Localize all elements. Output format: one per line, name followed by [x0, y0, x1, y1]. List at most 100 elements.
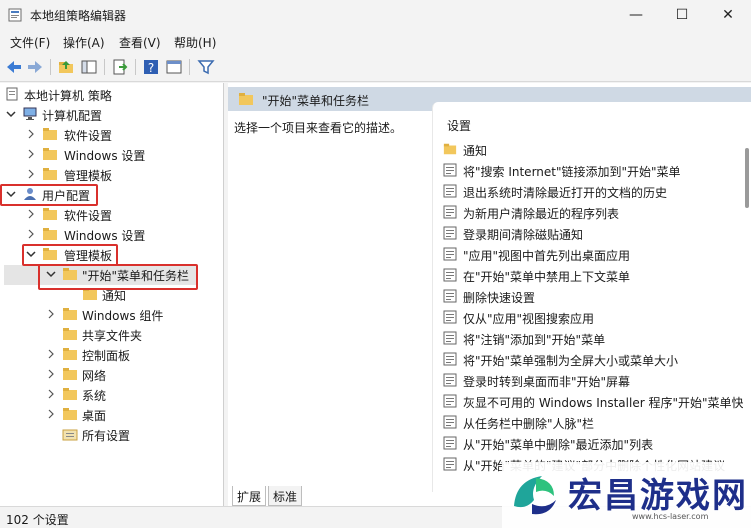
policy-setting-icon	[443, 331, 457, 345]
show-hide-tree-icon[interactable]	[80, 58, 98, 76]
menu-help[interactable]: 帮助(H)	[174, 34, 216, 51]
highlight-start-menu	[38, 264, 198, 290]
status-text: 102 个设置	[6, 513, 69, 527]
list-item-setting[interactable]: 将"开始"菜单强制为全屏大小或菜单大小	[443, 349, 743, 370]
list-item-setting[interactable]: 为新用户清除最近的程序列表	[443, 202, 743, 223]
vertical-scrollbar[interactable]	[743, 142, 751, 442]
chevron-right-icon[interactable]	[26, 148, 36, 160]
chevron-right-icon[interactable]	[46, 308, 56, 320]
export-list-icon[interactable]	[111, 58, 129, 76]
settings-list: 设置 通知 将"搜索 Internet"链接添加到"开始"菜单退出系统时清除最近…	[432, 102, 751, 492]
tree-pane: 本地计算机 策略 计算机配置 软件设置 Windows 设置 管理模板 用户配置…	[0, 83, 224, 506]
list-item-setting[interactable]: 灰显不可用的 Windows Installer 程序"开始"菜单快	[443, 391, 743, 412]
toolbar-separator	[50, 59, 51, 75]
watermark: 宏昌游戏网 www.hcs-laser.com	[502, 462, 751, 528]
scrollbar-thumb[interactable]	[745, 148, 749, 208]
chevron-right-icon[interactable]	[46, 348, 56, 360]
forward-arrow-icon[interactable]	[26, 58, 44, 76]
title-bar: 本地组策略编辑器 — ☐ ✕	[0, 0, 751, 30]
policy-setting-icon	[443, 289, 457, 303]
folder-icon	[43, 168, 57, 180]
policy-setting-icon	[443, 184, 457, 198]
list-item-setting[interactable]: 将"注销"添加到"开始"菜单	[443, 328, 743, 349]
maximize-button[interactable]: ☐	[659, 0, 705, 30]
policy-setting-icon	[443, 436, 457, 450]
folder-icon	[63, 328, 77, 340]
folder-icon	[43, 208, 57, 220]
list-item-setting[interactable]: 登录时转到桌面而非"开始"屏幕	[443, 370, 743, 391]
watermark-url: www.hcs-laser.com	[632, 512, 709, 521]
filter-icon[interactable]	[197, 58, 215, 76]
back-arrow-icon[interactable]	[5, 58, 23, 76]
list-item-setting[interactable]: 在"开始"菜单中禁用上下文菜单	[443, 265, 743, 286]
list-item-folder[interactable]: 通知	[443, 139, 743, 160]
policy-setting-icon	[443, 205, 457, 219]
policy-setting-icon	[443, 415, 457, 429]
settings-column-header[interactable]: 设置	[447, 117, 471, 134]
menu-action[interactable]: 操作(A)	[63, 34, 105, 51]
list-item-setting[interactable]: 从"开始"菜单中删除"最近添加"列表	[443, 433, 743, 454]
description-text: 选择一个项目来查看它的描述。	[234, 121, 403, 135]
folder-icon	[63, 408, 77, 420]
list-item-setting[interactable]: 仅从"应用"视图搜索应用	[443, 307, 743, 328]
list-item-label: 仅从"应用"视图搜索应用	[463, 312, 595, 326]
menu-file[interactable]: 文件(F)	[10, 34, 50, 51]
list-item-setting[interactable]: "应用"视图中首先列出桌面应用	[443, 244, 743, 265]
chevron-right-icon[interactable]	[46, 408, 56, 420]
folder-icon	[443, 143, 457, 155]
list-item-setting[interactable]: 删除快速设置	[443, 286, 743, 307]
menu-bar: 文件(F) 操作(A) 查看(V) 帮助(H)	[0, 30, 751, 52]
up-folder-icon[interactable]	[57, 58, 75, 76]
policy-setting-icon	[443, 457, 457, 471]
chevron-right-icon[interactable]	[26, 208, 36, 220]
list-item-label: 退出系统时清除最近打开的文档的历史	[463, 186, 668, 200]
tree-label: Windows 设置	[64, 229, 146, 243]
all-settings-folder-icon	[62, 429, 78, 441]
help-icon[interactable]: ?	[142, 58, 160, 76]
policy-setting-icon	[443, 226, 457, 240]
folder-icon	[43, 128, 57, 140]
chevron-down-icon[interactable]	[6, 108, 16, 120]
policy-setting-icon	[443, 247, 457, 261]
menu-view[interactable]: 查看(V)	[119, 34, 161, 51]
tree-label: Windows 组件	[82, 309, 164, 323]
list-item-label: 登录期间清除磁贴通知	[463, 228, 584, 242]
properties-icon[interactable]	[165, 58, 183, 76]
tree-label: 网络	[82, 369, 107, 383]
list-item-label: 通知	[463, 144, 488, 158]
policy-setting-icon	[443, 268, 457, 282]
close-button[interactable]: ✕	[705, 0, 751, 30]
chevron-right-icon[interactable]	[46, 388, 56, 400]
list-item-setting[interactable]: 将"搜索 Internet"链接添加到"开始"菜单	[443, 160, 743, 181]
tree-label: 控制面板	[82, 349, 131, 363]
minimize-button[interactable]: —	[613, 0, 659, 30]
list-item-setting[interactable]: 退出系统时清除最近打开的文档的历史	[443, 181, 743, 202]
chevron-right-icon[interactable]	[46, 368, 56, 380]
list-item-setting[interactable]: 从任务栏中删除"人脉"栏	[443, 412, 743, 433]
chevron-right-icon[interactable]	[26, 128, 36, 140]
chevron-right-icon[interactable]	[26, 168, 36, 180]
tree-label: 所有设置	[82, 429, 131, 443]
tab-extended[interactable]: 扩展	[232, 486, 267, 506]
list-item-label: 删除快速设置	[463, 291, 536, 305]
tree-label: 软件设置	[64, 209, 113, 223]
folder-icon	[43, 148, 57, 160]
view-tabs: 扩展 标准	[228, 486, 528, 506]
tree-label: 系统	[82, 389, 107, 403]
policy-setting-icon	[443, 394, 457, 408]
highlight-admin-templates	[22, 244, 118, 266]
list-item-setting[interactable]: 登录期间清除磁贴通知	[443, 223, 743, 244]
tab-standard[interactable]: 标准	[268, 486, 303, 506]
tree-label: 本地计算机 策略	[24, 89, 112, 103]
folder-icon	[43, 228, 57, 240]
highlight-user-config	[0, 184, 98, 206]
chevron-right-icon[interactable]	[26, 228, 36, 240]
folder-icon	[63, 308, 77, 320]
list-item-label: 灰显不可用的 Windows Installer 程序"开始"菜单快	[463, 396, 743, 410]
tree-label: 软件设置	[64, 129, 113, 143]
list-item-label: 将"注销"添加到"开始"菜单	[463, 333, 606, 347]
toolbar-separator	[189, 59, 190, 75]
list-item-label: 登录时转到桌面而非"开始"屏幕	[463, 375, 631, 389]
computer-icon	[23, 107, 37, 120]
policy-setting-icon	[443, 352, 457, 366]
